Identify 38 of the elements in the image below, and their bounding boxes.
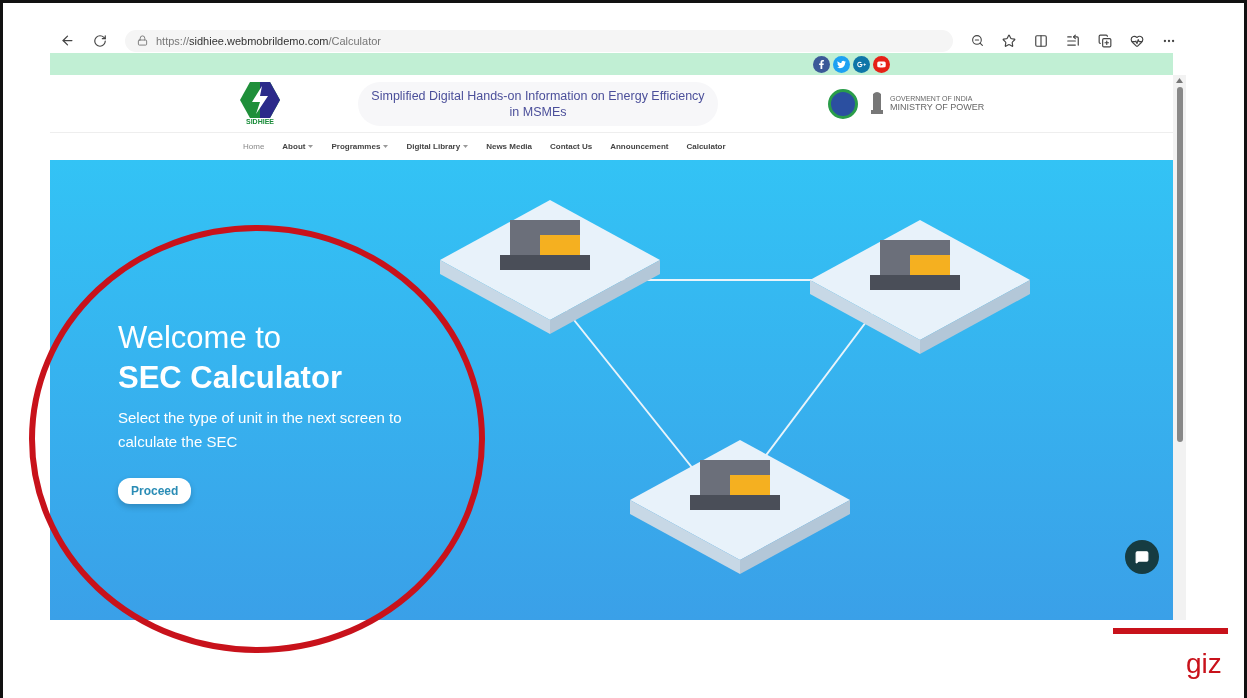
nav-link[interactable]: About — [282, 142, 314, 151]
address-bar[interactable]: https://sidhiee.webmobrildemo.com/Calculator — [125, 29, 953, 52]
chat-icon — [1135, 550, 1149, 564]
heart-icon[interactable] — [1130, 33, 1144, 48]
back-icon[interactable] — [60, 33, 75, 49]
split-screen-icon[interactable] — [1034, 33, 1048, 48]
url-text: https://sidhiee.webmobrildemo.com/Calculator — [156, 34, 381, 47]
zoom-out-icon[interactable] — [971, 34, 984, 48]
favorites-icon[interactable] — [1066, 33, 1080, 48]
proceed-button[interactable]: Proceed — [118, 478, 192, 504]
facebook-icon[interactable] — [813, 55, 830, 73]
scroll-up-icon — [1176, 78, 1183, 83]
emblem-icon — [828, 88, 858, 119]
reload-icon[interactable] — [93, 33, 107, 48]
hero-text: Select the type of unit in the next screen to calculate the SEC — [118, 408, 403, 452]
nav-link[interactable]: Announcement — [610, 142, 669, 151]
collections-icon[interactable] — [1098, 33, 1112, 48]
nav-link[interactable]: Contact Us — [549, 142, 593, 151]
twitter-icon[interactable] — [833, 55, 850, 73]
hero-title: SEC Calculator — [118, 360, 343, 396]
caret-icon — [383, 145, 389, 148]
bolt-hexagon-icon — [240, 82, 280, 118]
google-icon[interactable] — [853, 55, 870, 73]
scrollbar-thumb[interactable] — [1176, 87, 1183, 442]
hero-heading: Welcome to — [118, 320, 283, 356]
caret-icon — [463, 145, 469, 148]
brand-logo: giz — [1186, 648, 1222, 680]
chat-button[interactable] — [1125, 540, 1159, 574]
nav-link[interactable]: Digital Library — [406, 142, 469, 151]
nav-link[interactable]: News Media — [486, 142, 532, 151]
star-icon[interactable] — [1002, 33, 1016, 48]
nav-link[interactable]: Calculator — [686, 142, 726, 151]
site-title: Simplified Digital Hands-on Information on Energy Efficiency in MSMEs — [358, 81, 718, 126]
caret-icon — [308, 145, 314, 148]
lock-icon — [137, 35, 148, 47]
nav-link[interactable]: Programmes — [331, 142, 389, 151]
youtube-icon[interactable] — [873, 55, 890, 73]
nav-link[interactable]: Home — [243, 142, 265, 151]
